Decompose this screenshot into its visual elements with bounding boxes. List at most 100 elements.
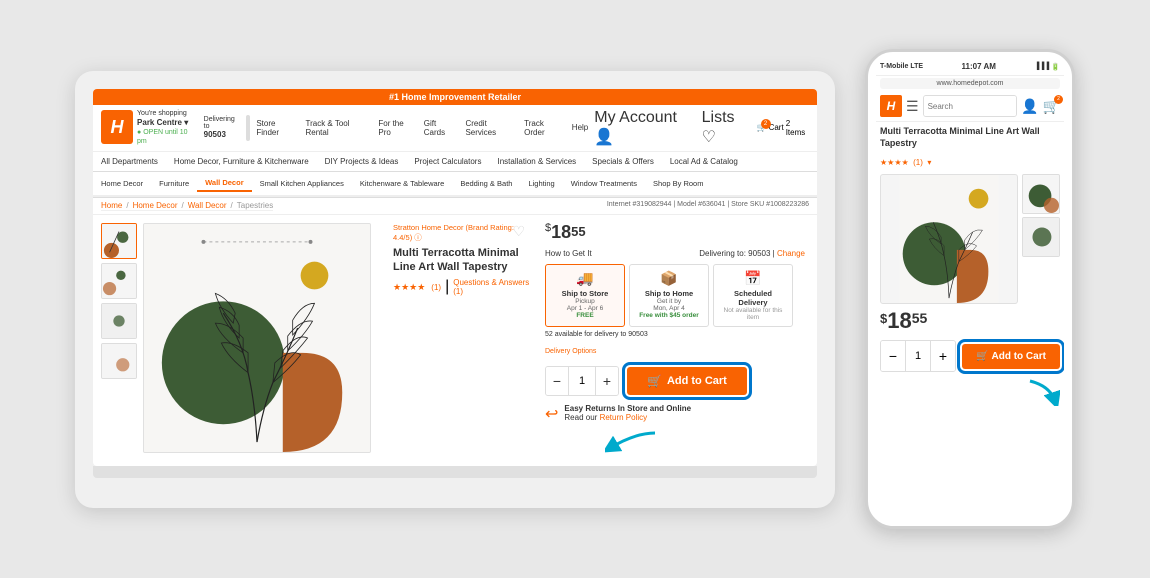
quantity-decrease-button[interactable]: −	[546, 367, 568, 395]
cart-area[interactable]: 🛒 2 Cart 2 Items	[757, 119, 809, 137]
mobile-thumb-2[interactable]	[1022, 217, 1060, 257]
star-rating: ★★★★	[393, 282, 425, 293]
mobile-search-bar: 🔍	[923, 95, 1018, 117]
lists-link[interactable]: Lists ♡	[702, 109, 751, 147]
hd-logo[interactable]: H	[101, 110, 133, 144]
main-nav: All Departments Home Decor, Furniture & …	[93, 152, 817, 172]
delivering-info: Delivering to 90503	[204, 116, 241, 139]
track-tool-link[interactable]: Track & Tool Rental	[306, 119, 371, 137]
credit-services-link[interactable]: Credit Services	[465, 119, 516, 137]
sub-nav-shop-room[interactable]: Shop By Room	[645, 176, 711, 191]
sub-nav-bedding[interactable]: Bedding & Bath	[452, 176, 520, 191]
thumbnails	[101, 223, 137, 458]
nav-installation[interactable]: Installation & Services	[489, 152, 584, 171]
ship-store-title: Ship to Store	[552, 289, 618, 298]
thumbnail-3[interactable]	[101, 303, 137, 339]
mobile-images-row	[880, 174, 1060, 304]
mobile-search-input[interactable]	[924, 96, 1018, 116]
ship-to-home-option[interactable]: 📦 Ship to Home Get it by Mon, Apr 4 Free…	[629, 264, 709, 327]
track-order-link[interactable]: Track Order	[524, 119, 564, 137]
nav-specials[interactable]: Specials & Offers	[584, 152, 662, 171]
mobile-main-image	[880, 174, 1018, 304]
breadcrumb-home-decor[interactable]: Home Decor	[133, 201, 178, 210]
breadcrumb-wall-decor[interactable]: Wall Decor	[188, 201, 227, 210]
shopping-label: You're shopping	[137, 109, 196, 118]
mobile-url-bar: www.homedepot.com	[880, 78, 1060, 89]
delivering-to: Delivering to: 90503 | Change	[699, 249, 805, 258]
nav-calculators[interactable]: Project Calculators	[406, 152, 489, 171]
product-ids: Internet #319082944 | Model #636041 | St…	[607, 201, 809, 211]
mobile-price-row: $ 18 55	[880, 310, 1060, 332]
sub-nav-kitchenware[interactable]: Kitchenware & Tableware	[352, 176, 453, 191]
store-hours: ● OPEN until 10 pm	[137, 128, 196, 146]
nav-home-decor[interactable]: Home Decor, Furniture & Kitchenware	[166, 152, 317, 171]
qa-link[interactable]: Questions & Answers (1)	[453, 278, 533, 296]
quantity-increase-button[interactable]: +	[596, 367, 618, 395]
mobile-rating-chevron[interactable]: ▾	[927, 158, 931, 167]
return-policy-link[interactable]: Return Policy	[600, 413, 648, 422]
mobile-time: 11:07 AM	[962, 62, 996, 71]
sub-nav-lighting[interactable]: Lighting	[520, 176, 562, 191]
change-zip-link[interactable]: Change	[777, 249, 805, 258]
ship-to-store-option[interactable]: 🚚 Ship to Store Pickup Apr 1 - Apr 6 FRE…	[545, 264, 625, 327]
scene: #1 Home Improvement Retailer H You're sh…	[55, 39, 1095, 539]
product-right-info: $ 18 55 How to Get It Delivering to: 905…	[545, 223, 809, 458]
mobile-arrow-area	[880, 376, 1060, 406]
sub-nav-wall-decor[interactable]: Wall Decor	[197, 175, 251, 192]
nav-all-departments[interactable]: All Departments	[93, 152, 166, 171]
site-header: H You're shopping Park Centre ▾ ● OPEN u…	[93, 105, 817, 198]
mobile-add-to-cart-button[interactable]: 🛒 Add to Cart	[962, 344, 1060, 369]
battery-icon: 🔋	[1051, 63, 1060, 71]
delivery-options: 🚚 Ship to Store Pickup Apr 1 - Apr 6 FRE…	[545, 264, 805, 327]
returns-text: Easy Returns In Store and Online Read ou…	[564, 404, 691, 422]
quantity-control: − 1 +	[545, 366, 619, 396]
nav-local-ad[interactable]: Local Ad & Catalog	[662, 152, 746, 171]
mobile-cart-row: − 1 + 🛒 Add to Cart	[880, 340, 1060, 372]
mobile-price-dollar: $	[880, 311, 887, 326]
scheduled-title: Scheduled Delivery	[720, 289, 786, 307]
sub-nav-window[interactable]: Window Treatments	[563, 176, 645, 191]
thumbnail-1[interactable]	[101, 223, 137, 259]
mobile-thumb-1[interactable]	[1022, 174, 1060, 214]
mobile-qty-decrease-button[interactable]: −	[881, 341, 905, 371]
returns-section: ↩ Easy Returns In Store and Online Read …	[545, 404, 805, 424]
breadcrumb: Home / Home Decor / Wall Decor / Tapestr…	[101, 201, 273, 211]
mobile-user-icon[interactable]: 👤	[1021, 98, 1038, 115]
scheduled-delivery-option[interactable]: 📅 Scheduled Delivery Not available for t…	[713, 264, 793, 327]
delivery-options-link[interactable]: Delivery Options	[545, 348, 596, 355]
sub-nav-home-decor[interactable]: Home Decor	[93, 176, 151, 191]
add-to-cart-button[interactable]: 🛒 Add to Cart	[627, 367, 747, 395]
store-name[interactable]: Park Centre ▾	[137, 118, 196, 128]
my-account-link[interactable]: My Account 👤	[594, 109, 695, 147]
mobile-hd-logo[interactable]: H	[880, 95, 902, 117]
ship-home-sub2: Mon, Apr 4	[636, 305, 702, 312]
mobile-frame: T-Mobile LTE 11:07 AM ▐▐▐ 🔋 www.homedepo…	[865, 49, 1075, 529]
mobile-thumbnails	[1022, 174, 1060, 304]
price-section: $ 18 55	[545, 223, 805, 241]
mobile-quantity-value: 1	[905, 341, 931, 371]
mobile-qty-increase-button[interactable]: +	[931, 341, 955, 371]
nav-diy[interactable]: DIY Projects & Ideas	[317, 152, 407, 171]
thumbnail-2[interactable]	[101, 263, 137, 299]
mobile-cart-icon[interactable]: 🛒 2	[1043, 98, 1060, 115]
sub-nav-furniture[interactable]: Furniture	[151, 176, 197, 191]
for-pro-link[interactable]: For the Pro	[378, 119, 415, 137]
laptop-screen: #1 Home Improvement Retailer H You're sh…	[93, 89, 817, 466]
search-input[interactable]	[248, 117, 250, 139]
sub-nav: Home Decor Furniture Wall Decor Small Ki…	[93, 172, 817, 197]
store-info: You're shopping Park Centre ▾ ● OPEN unt…	[137, 109, 196, 147]
mobile-signal-icons: ▐▐▐ 🔋	[1034, 63, 1060, 71]
thumbnail-4[interactable]	[101, 343, 137, 379]
help-link[interactable]: Help	[572, 123, 588, 132]
wishlist-icon[interactable]: ♡	[512, 223, 525, 240]
breadcrumb-home[interactable]: Home	[101, 201, 122, 210]
hamburger-icon[interactable]: ☰	[906, 98, 919, 115]
review-count[interactable]: (1)	[431, 283, 441, 292]
store-finder-link[interactable]: Store Finder	[256, 119, 297, 137]
sub-nav-small-kitchen[interactable]: Small Kitchen Appliances	[252, 176, 352, 191]
mobile-rating-count[interactable]: (1)	[913, 158, 923, 167]
gift-cards-link[interactable]: Gift Cards	[424, 119, 458, 137]
mobile-price-cents: 55	[912, 310, 928, 326]
brand-link[interactable]: Stratton Home Decor	[393, 223, 463, 232]
signal-icon: ▐▐▐	[1034, 63, 1049, 70]
